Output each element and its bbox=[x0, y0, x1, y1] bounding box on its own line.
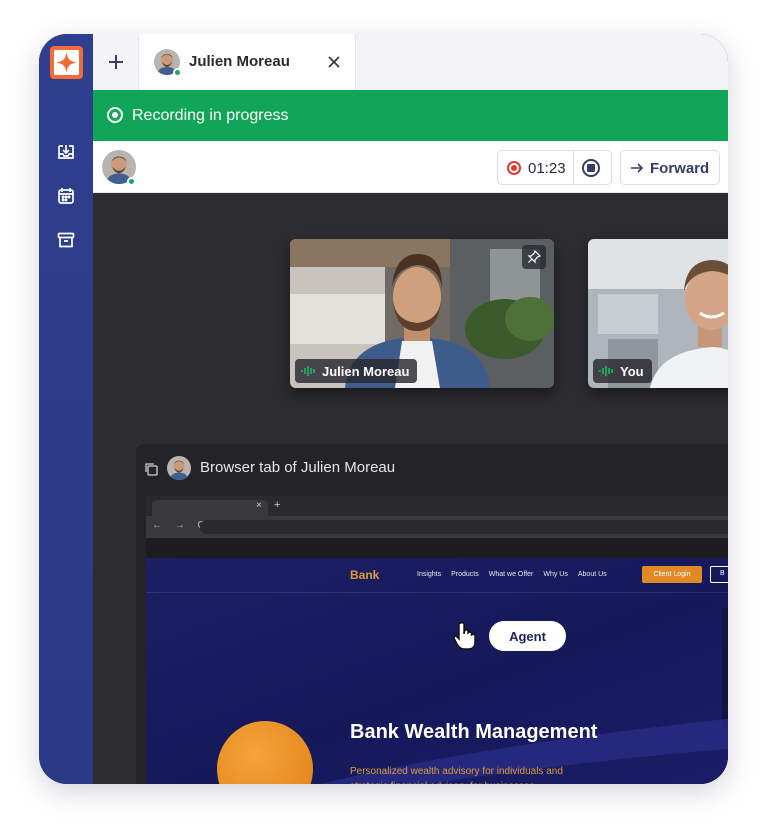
site-subtitle: Personalized wealth advisory for individ… bbox=[350, 766, 563, 784]
screen-share-title: Browser tab of Julien Moreau bbox=[200, 459, 396, 476]
calendar-icon[interactable] bbox=[56, 186, 76, 206]
call-toolbar: 01:23 Forward bbox=[93, 141, 728, 193]
recording-banner: Recording in progress bbox=[93, 90, 728, 141]
app-logo[interactable] bbox=[50, 46, 83, 79]
audio-wave-icon bbox=[301, 366, 315, 376]
divider bbox=[573, 151, 574, 184]
arrow-right-icon bbox=[631, 163, 644, 173]
shared-browser: × + ← → C Bank Insights Products What we… bbox=[146, 496, 728, 784]
close-icon[interactable] bbox=[325, 53, 343, 71]
screen-share-icon bbox=[145, 463, 158, 476]
divider bbox=[146, 592, 728, 593]
site-heading: Bank Wealth Management bbox=[350, 721, 598, 743]
inbox-download-icon[interactable] bbox=[56, 142, 76, 162]
browser-address-bar: ← → C bbox=[146, 516, 728, 538]
browser-tab-close: × bbox=[256, 500, 262, 511]
forward-button[interactable]: Forward bbox=[620, 150, 720, 185]
site-menu-item: Why Us bbox=[543, 571, 568, 578]
participant-tile-you[interactable]: You bbox=[588, 239, 728, 388]
browser-url-field bbox=[200, 520, 728, 534]
pin-icon bbox=[527, 250, 541, 264]
tab-label: Julien Moreau bbox=[189, 53, 290, 70]
site-menu: Insights Products What we Offer Why Us A… bbox=[417, 571, 607, 578]
forward-label: Forward bbox=[650, 160, 710, 177]
app-window: Julien Moreau Recording in progress 01:2… bbox=[39, 34, 728, 784]
browser-tab-strip: × + bbox=[146, 496, 728, 516]
stop-recording-button[interactable] bbox=[582, 159, 600, 177]
archive-icon[interactable] bbox=[56, 230, 76, 250]
site-menu-item: What we Offer bbox=[488, 571, 534, 578]
website-view: Bank Insights Products What we Offer Why… bbox=[146, 558, 728, 784]
browser-tab bbox=[152, 500, 268, 516]
timer-value: 01:23 bbox=[528, 160, 566, 177]
participant-name: You bbox=[620, 363, 644, 379]
tab-julien-moreau[interactable]: Julien Moreau bbox=[138, 34, 356, 90]
site-login-button: Client Login bbox=[642, 566, 702, 583]
tab-bar: Julien Moreau bbox=[93, 34, 728, 90]
participant-name-chip: Julien Moreau bbox=[295, 359, 418, 383]
agent-pointer-label: Agent bbox=[489, 621, 566, 651]
screen-share-panel: Browser tab of Julien Moreau × + ← → C B… bbox=[136, 444, 728, 784]
participant-name: Julien Moreau bbox=[322, 363, 410, 379]
decorative-orb bbox=[217, 721, 313, 784]
site-secondary-button: B bbox=[710, 566, 728, 583]
recording-timer: 01:23 bbox=[497, 150, 612, 185]
participant-name-chip: You bbox=[593, 359, 652, 383]
recording-icon bbox=[107, 107, 123, 123]
sparkle-logo-icon bbox=[54, 50, 79, 75]
hand-cursor-icon bbox=[453, 621, 476, 650]
online-status-dot bbox=[173, 68, 182, 77]
plus-icon bbox=[108, 55, 123, 69]
participant-tile-julien[interactable]: Julien Moreau bbox=[290, 239, 554, 388]
audio-wave-icon bbox=[599, 366, 613, 376]
site-menu-item: Insights bbox=[417, 571, 442, 578]
sidebar bbox=[39, 34, 93, 784]
site-menu-item: About Us bbox=[577, 571, 607, 578]
online-status-dot bbox=[127, 177, 136, 186]
recording-status-text: Recording in progress bbox=[132, 107, 289, 124]
avatar bbox=[167, 456, 191, 480]
pin-button[interactable] bbox=[522, 245, 546, 269]
new-tab-button[interactable] bbox=[93, 34, 138, 90]
browser-new-tab: + bbox=[274, 499, 281, 511]
record-dot-icon bbox=[507, 161, 521, 175]
site-brand: Bank bbox=[350, 568, 380, 582]
site-menu-item: Products bbox=[451, 571, 479, 578]
